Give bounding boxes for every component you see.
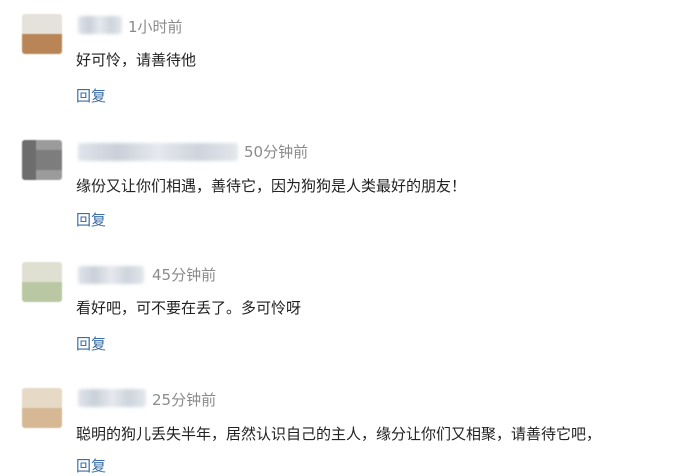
comment-timestamp: 45分钟前 (152, 266, 217, 284)
reply-link[interactable]: 回复 (76, 334, 106, 354)
comment-text: 缘份又让你们相遇，善待它，因为狗狗是人类最好的朋友！ (76, 177, 467, 195)
username[interactable] (78, 143, 238, 161)
avatar[interactable] (22, 388, 62, 428)
comment-text: 聪明的狗儿丢失半年，居然认识自己的主人，缘分让你们又相聚，请善待它吧， (76, 425, 602, 443)
reply-link[interactable]: 回复 (76, 456, 106, 476)
comment-text: 好可怜，请善待他 (76, 51, 197, 69)
comment-timestamp: 50分钟前 (244, 143, 309, 161)
username[interactable] (78, 266, 144, 284)
avatar[interactable] (22, 262, 62, 302)
comment-timestamp: 25分钟前 (152, 391, 217, 409)
comment-timestamp: 1小时前 (128, 18, 183, 36)
reply-link[interactable]: 回复 (76, 86, 106, 106)
username[interactable] (78, 16, 122, 34)
comment-text: 看好吧，可不要在丢了。多可怜呀 (76, 299, 302, 317)
username[interactable] (78, 389, 146, 407)
avatar[interactable] (22, 14, 62, 54)
avatar[interactable] (22, 140, 62, 180)
reply-link[interactable]: 回复 (76, 210, 106, 230)
